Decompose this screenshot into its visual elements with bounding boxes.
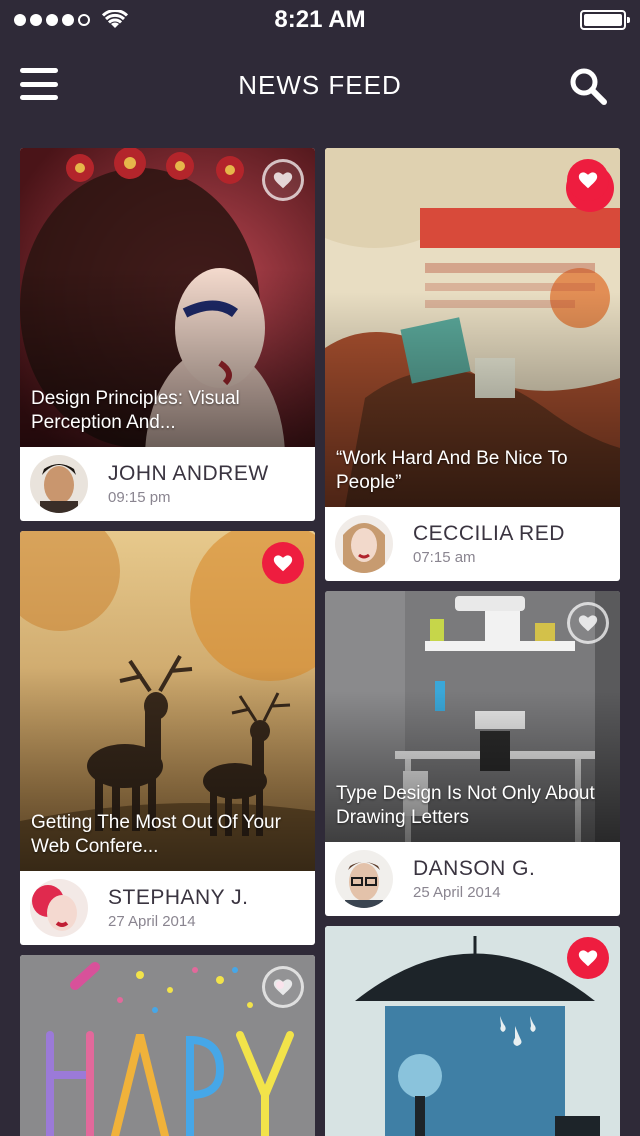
card-footer: JOHN ANDREW 09:15 pm [20,447,315,521]
status-time: 8:21 AM [274,6,366,33]
feed-card[interactable] [20,955,315,1136]
hamburger-menu-icon[interactable] [20,68,58,100]
avatar[interactable] [30,455,88,513]
card-image[interactable]: Design Principles: Visual Perception And… [20,148,315,447]
author-name: DANSON G. [413,857,536,880]
feed-card[interactable]: “Work Hard And Be Nice To People” CECCIL… [325,148,620,581]
card-footer: CECCILIA RED 07:15 am [325,507,620,581]
post-time: 09:15 pm [108,489,171,506]
like-heart-icon[interactable] [567,159,609,201]
card-image[interactable] [20,955,315,1136]
like-heart-icon[interactable] [567,937,609,979]
card-image[interactable]: Getting The Most Out Of Your Web Confere… [20,531,315,871]
page-title: NEWS FEED [238,69,402,100]
card-caption: Type Design Is Not Only About Drawing Le… [336,783,595,828]
card-caption: Getting The Most Out Of Your Web Confere… [31,812,281,857]
post-time: 07:15 am [413,549,476,566]
card-image[interactable]: Type Design Is Not Only About Drawing Le… [325,591,620,842]
card-caption: Design Principles: Visual Perception And… [31,388,240,433]
status-bar: 8:21 AM [0,0,640,40]
like-heart-icon[interactable] [262,159,304,201]
card-caption: “Work Hard And Be Nice To People” [336,448,568,493]
avatar[interactable] [335,850,393,908]
feed-card[interactable]: Getting The Most Out Of Your Web Confere… [20,531,315,945]
like-heart-icon[interactable] [567,602,609,644]
card-footer: STEPHANY J. 27 April 2014 [20,871,315,945]
post-time: 25 April 2014 [413,884,501,901]
search-icon[interactable] [568,66,608,106]
author-name: CECCILIA RED [413,522,565,545]
like-heart-icon[interactable] [262,966,304,1008]
card-image[interactable] [325,926,620,1136]
post-time: 27 April 2014 [108,913,196,930]
author-name: STEPHANY J. [108,886,249,909]
battery-icon [580,10,630,30]
feed-card[interactable]: Type Design Is Not Only About Drawing Le… [325,591,620,916]
avatar[interactable] [30,879,88,937]
feed-card[interactable]: Design Principles: Visual Perception And… [20,148,315,521]
card-footer: DANSON G. 25 April 2014 [325,842,620,916]
feed-card[interactable] [325,926,620,1136]
like-heart-icon[interactable] [262,542,304,584]
avatar[interactable] [335,515,393,573]
app-header: NEWS FEED [0,40,640,130]
card-image[interactable]: “Work Hard And Be Nice To People” [325,148,620,507]
author-name: JOHN ANDREW [108,462,269,485]
